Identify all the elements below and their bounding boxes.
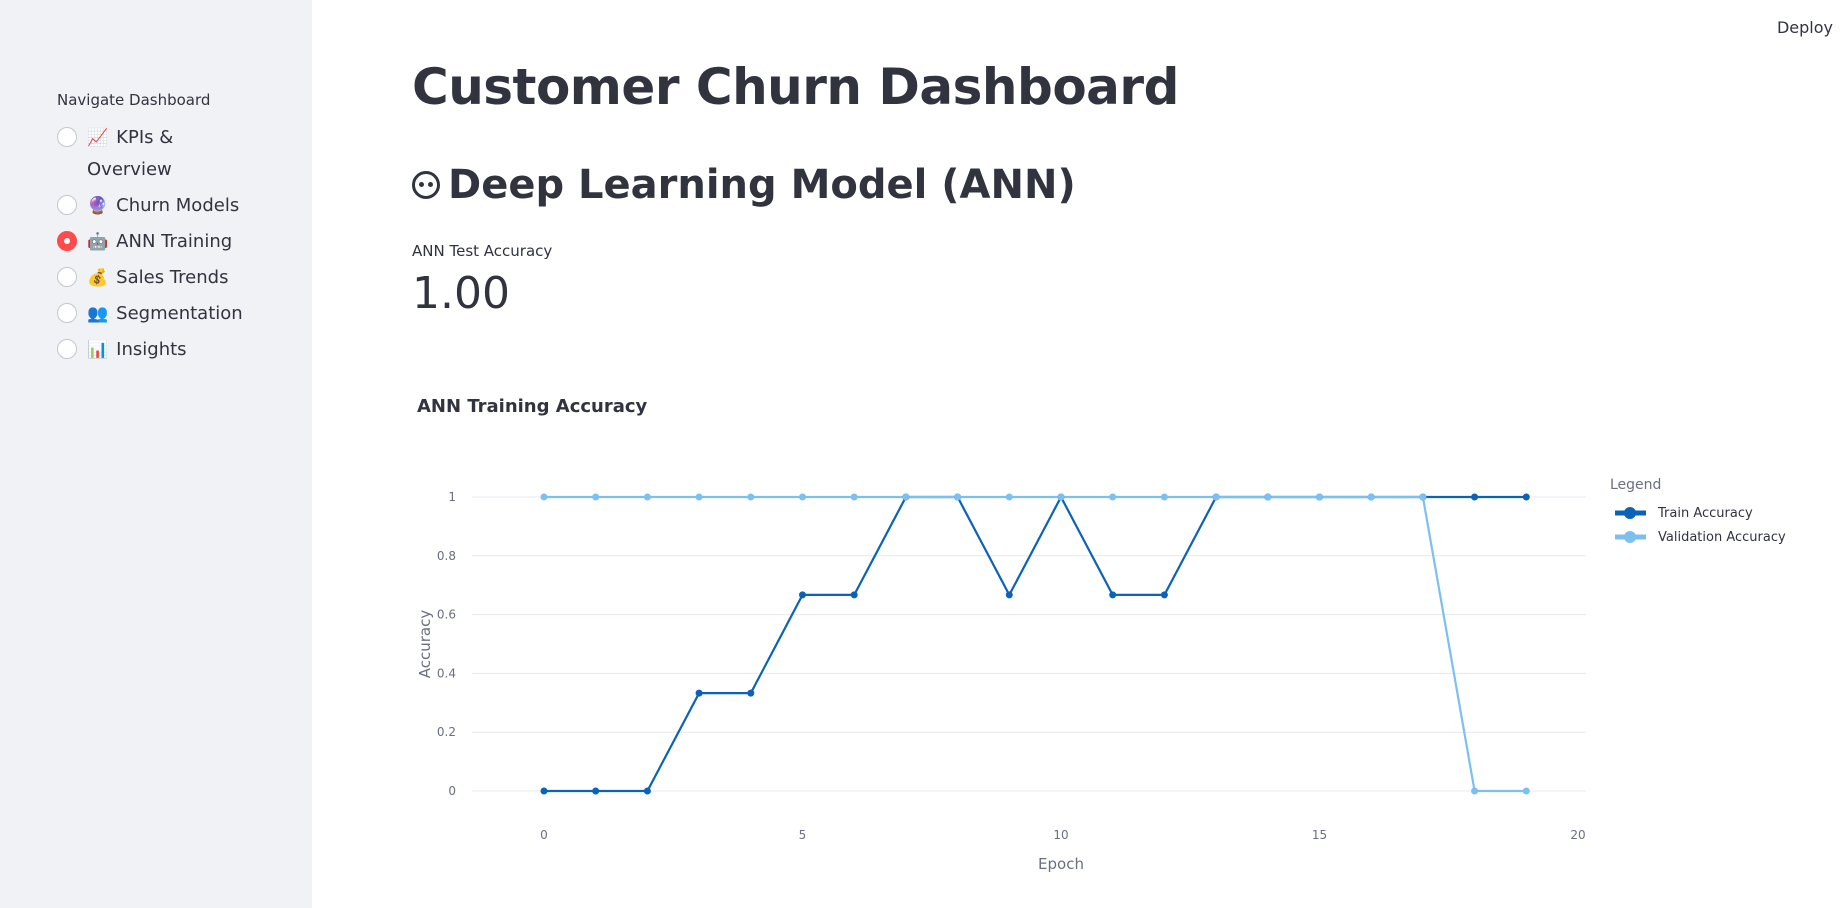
nav-item-text: ANN Training: [116, 231, 233, 252]
data-point-train[interactable]: [799, 591, 806, 599]
robot-icon: [412, 171, 440, 199]
nav-item-label: 👥 Segmentation: [87, 298, 247, 330]
nav-item-segmentation[interactable]: 👥 Segmentation: [57, 298, 297, 330]
data-point-validation[interactable]: [695, 493, 703, 501]
radio-button[interactable]: [57, 303, 77, 323]
subtitle-text: Deep Learning Model (ANN): [448, 162, 1076, 208]
nav-emoji-icon: 📊: [87, 340, 109, 360]
y-axis-label: Accuracy: [416, 610, 434, 679]
y-tick-label: 0: [448, 784, 456, 798]
data-point-validation[interactable]: [747, 493, 755, 501]
series-line-train: [544, 494, 1527, 793]
data-point-validation[interactable]: [1471, 787, 1479, 795]
nav-item-text: Churn Models: [116, 195, 240, 216]
nav-emoji-icon: 👥: [87, 304, 109, 324]
y-tick-label: 1: [448, 490, 456, 504]
nav-item-text: Sales Trends: [116, 267, 229, 288]
data-point-validation[interactable]: [902, 493, 910, 501]
x-tick-label: 0: [540, 828, 548, 842]
deploy-button[interactable]: Deploy: [1777, 18, 1833, 37]
data-point-train[interactable]: [540, 787, 548, 795]
nav-item-churn-models[interactable]: 🔮 Churn Models: [57, 190, 297, 222]
nav-item-text: Segmentation: [116, 303, 243, 324]
x-tick-label: 20: [1570, 828, 1585, 842]
data-point-validation[interactable]: [1160, 493, 1168, 501]
data-point-validation[interactable]: [954, 493, 962, 501]
data-point-train[interactable]: [850, 591, 858, 599]
nav-item-label: 📊 Insights: [87, 334, 247, 366]
data-point-validation[interactable]: [1109, 493, 1117, 501]
legend-title: Legend: [1610, 477, 1661, 493]
page-title: Customer Churn Dashboard: [412, 58, 1179, 116]
data-point-validation[interactable]: [540, 493, 548, 501]
nav-item-label: 🔮 Churn Models: [87, 190, 247, 222]
nav-emoji-icon: 💰: [87, 268, 109, 288]
radio-button[interactable]: [57, 127, 77, 147]
nav-item-insights[interactable]: 📊 Insights: [57, 334, 297, 366]
data-point-validation[interactable]: [592, 493, 600, 501]
legend-entry[interactable]: Validation Accuracy: [1658, 530, 1786, 545]
nav-emoji-icon: 🔮: [87, 196, 109, 216]
y-tick-label: 0.6: [437, 608, 456, 622]
data-point-validation[interactable]: [1316, 493, 1323, 501]
legend-entry[interactable]: Train Accuracy: [1657, 506, 1753, 521]
data-point-train[interactable]: [643, 787, 651, 795]
nav-item-kpis-overview[interactable]: 📈 KPIs & Overview: [57, 122, 297, 186]
nav-emoji-icon: 📈: [87, 128, 109, 148]
data-point-train[interactable]: [695, 689, 703, 697]
radio-button[interactable]: [57, 339, 77, 359]
nav-heading: Navigate Dashboard: [57, 91, 211, 109]
data-point-validation[interactable]: [1057, 493, 1065, 501]
data-point-validation[interactable]: [1212, 493, 1220, 501]
y-tick-label: 0.4: [437, 666, 456, 680]
data-point-validation[interactable]: [850, 493, 858, 501]
data-point-validation[interactable]: [643, 493, 651, 501]
radio-button[interactable]: [57, 231, 77, 251]
y-tick-label: 0.2: [437, 725, 456, 739]
metric-value: 1.00: [412, 268, 510, 319]
data-point-validation[interactable]: [1419, 493, 1427, 501]
data-point-train[interactable]: [1160, 591, 1168, 599]
radio-button[interactable]: [57, 195, 77, 215]
metric-label: ANN Test Accuracy: [412, 242, 553, 260]
data-point-train[interactable]: [1005, 591, 1013, 599]
legend-swatch-dot: [1624, 531, 1636, 543]
data-point-train[interactable]: [747, 689, 755, 697]
data-point-validation[interactable]: [1367, 493, 1375, 501]
data-point-validation[interactable]: [1005, 493, 1013, 501]
data-point-train[interactable]: [1109, 591, 1117, 599]
x-tick-label: 15: [1312, 828, 1327, 842]
y-tick-label: 0.8: [437, 549, 456, 563]
x-tick-label: 10: [1053, 828, 1068, 842]
nav-item-label: 🤖 ANN Training: [87, 226, 247, 258]
data-point-train[interactable]: [1471, 493, 1479, 501]
legend-swatch-dot: [1624, 507, 1636, 519]
accuracy-line-chart[interactable]: 00.20.40.60.810 5 10 15 20EpochAccuracyLegen…: [312, 440, 1845, 900]
nav-item-label: 📈 KPIs & Overview: [87, 122, 247, 186]
nav-item-ann-training[interactable]: 🤖 ANN Training: [57, 226, 297, 258]
series-line-validation: [544, 495, 1527, 793]
nav-emoji-icon: 🤖: [87, 232, 109, 252]
data-point-train[interactable]: [1522, 493, 1530, 501]
x-tick-label: 5: [799, 828, 807, 842]
x-axis-label: Epoch: [1038, 855, 1084, 873]
nav-item-label: 💰 Sales Trends: [87, 262, 247, 294]
data-point-train[interactable]: [592, 787, 600, 795]
sidebar: Navigate Dashboard 📈 KPIs & Overview 🔮 Chur…: [0, 0, 312, 908]
data-point-validation[interactable]: [1522, 787, 1530, 795]
nav-radio-group: 📈 KPIs & Overview 🔮 Churn Models 🤖 ANN Traini…: [57, 122, 297, 370]
data-point-validation[interactable]: [799, 493, 806, 501]
nav-item-sales-trends[interactable]: 💰 Sales Trends: [57, 262, 297, 294]
chart-title: ANN Training Accuracy: [417, 396, 648, 417]
nav-item-text: Insights: [116, 339, 187, 360]
radio-button[interactable]: [57, 267, 77, 287]
data-point-validation[interactable]: [1264, 493, 1272, 501]
section-subtitle: Deep Learning Model (ANN): [412, 162, 1076, 208]
